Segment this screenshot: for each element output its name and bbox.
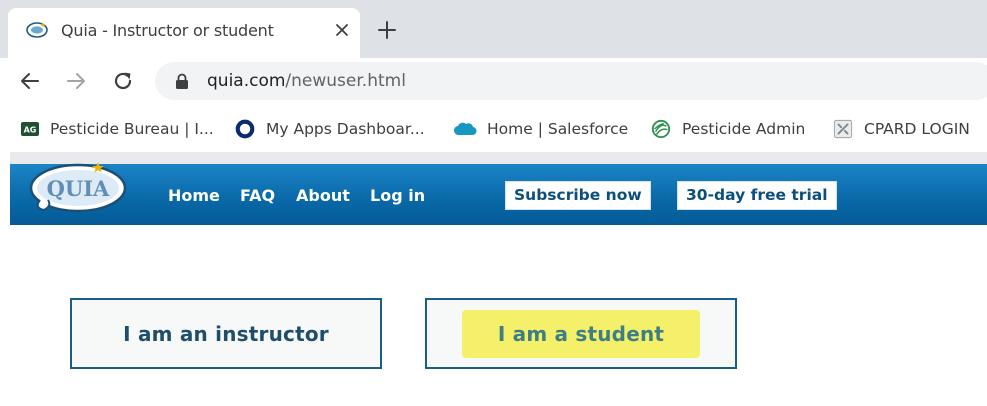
quia-logo[interactable]: QUIA <box>28 156 134 214</box>
forward-arrow-icon[interactable] <box>64 69 88 93</box>
lock-icon <box>176 73 188 89</box>
bookmark-my-apps[interactable]: My Apps Dashboar... <box>234 118 425 140</box>
back-arrow-icon[interactable] <box>18 69 42 93</box>
bookmark-salesforce[interactable]: Home | Salesforce <box>453 118 628 140</box>
bookmark-label: My Apps Dashboar... <box>266 120 425 138</box>
bookmark-label: CPARD LOGIN <box>864 120 970 138</box>
quia-site-header: QUIA Home FAQ About Log in Subscribe now… <box>10 162 987 225</box>
student-label: I am a student <box>497 321 665 346</box>
url-text: quia.com/newuser.html <box>207 71 406 91</box>
bookmark-label: Pesticide Admin <box>682 120 806 138</box>
bookmark-cpard-login[interactable]: CPARD LOGIN <box>832 118 970 140</box>
student-button[interactable]: I am a student <box>425 298 737 369</box>
nav-about-link[interactable]: About <box>296 186 350 205</box>
student-highlight: I am a student <box>461 309 701 358</box>
tab-title: Quia - Instructor or student <box>61 21 274 40</box>
bookmark-pesticide-bureau[interactable]: AG Pesticide Bureau | I... <box>20 118 214 140</box>
svg-text:AG: AG <box>24 126 37 135</box>
salesforce-cloud-icon <box>453 122 477 136</box>
nav-faq-link[interactable]: FAQ <box>240 186 275 205</box>
bookmark-label: Home | Salesforce <box>487 120 629 138</box>
close-tab-icon[interactable] <box>333 21 351 39</box>
url-path: /newuser.html <box>285 71 406 91</box>
bookmark-pesticide-admin[interactable]: Pesticide Admin <box>650 118 805 140</box>
leaf-globe-icon <box>651 119 671 139</box>
page-top-border <box>0 152 987 164</box>
nav-login-link[interactable]: Log in <box>370 186 425 205</box>
address-bar[interactable]: quia.com/newuser.html <box>155 62 987 100</box>
browser-toolbar: quia.com/newuser.html <box>0 58 987 104</box>
bookmark-label: Pesticide Bureau | I... <box>50 120 214 138</box>
logo-text: QUIA <box>47 176 110 201</box>
new-tab-icon[interactable] <box>376 19 398 41</box>
bookmarks-bar: AG Pesticide Bureau | I... My Apps Dashb… <box>0 104 987 152</box>
nav-home-link[interactable]: Home <box>168 186 220 205</box>
tool-icon <box>833 119 853 139</box>
instructor-label: I am an instructor <box>123 321 329 346</box>
okta-ring-icon <box>235 119 255 139</box>
quia-favicon-icon <box>26 22 48 38</box>
page-left-margin <box>0 152 10 406</box>
url-domain: quia.com <box>207 71 286 91</box>
instructor-button[interactable]: I am an instructor <box>70 298 382 369</box>
browser-tab-active[interactable]: Quia - Instructor or student <box>8 8 360 58</box>
reload-icon[interactable] <box>111 69 135 93</box>
subscribe-now-button[interactable]: Subscribe now <box>505 181 651 210</box>
browser-tab-strip: Quia - Instructor or student <box>0 0 987 58</box>
ag-icon: AG <box>21 122 39 136</box>
free-trial-button[interactable]: 30-day free trial <box>677 181 837 210</box>
